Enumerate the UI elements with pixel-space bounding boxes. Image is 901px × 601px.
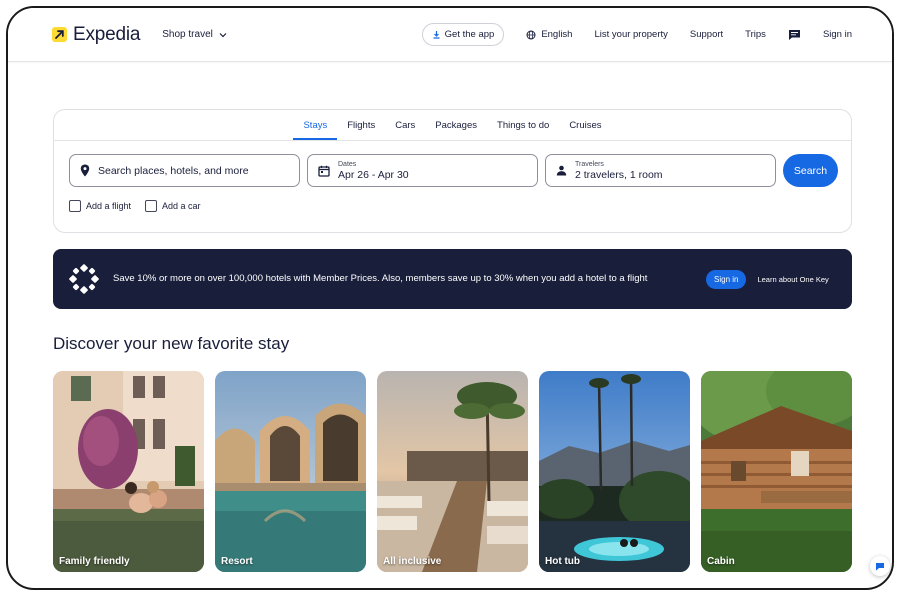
all-inclusive-image <box>377 371 528 572</box>
globe-icon <box>526 30 536 39</box>
card-label: Hot tub <box>545 556 580 567</box>
member-promo-banner: Save 10% or more on over 100,000 hotels … <box>53 249 852 309</box>
get-app-button[interactable]: Get the app <box>421 23 505 46</box>
tab-flights[interactable]: Flights <box>337 110 385 140</box>
add-flight-checkbox[interactable]: Add a flight <box>69 200 131 212</box>
brand-name: Expedia <box>73 23 141 45</box>
download-icon <box>433 31 440 39</box>
cabin-image <box>701 371 852 572</box>
discover-title: Discover your new favorite stay <box>53 334 290 353</box>
search-card: Stays Flights Cars Packages Things to do… <box>53 109 852 233</box>
expedia-logo[interactable]: Expedia <box>52 24 140 46</box>
dates-label: Dates <box>338 160 357 168</box>
shop-travel-label: Shop travel <box>162 29 213 40</box>
card-label: Cabin <box>707 556 735 567</box>
browser-frame: Expedia Shop travel Get the app English … <box>6 6 894 590</box>
support-link[interactable]: Support <box>690 29 723 40</box>
one-key-icon <box>69 264 99 294</box>
list-property-link[interactable]: List your property <box>594 29 667 40</box>
card-label: Family friendly <box>59 556 130 567</box>
travelers-value: 2 travelers, 1 room <box>575 168 663 181</box>
family-friendly-image <box>53 371 204 572</box>
add-flight-label: Add a flight <box>86 201 132 211</box>
tab-things-to-do[interactable]: Things to do <box>487 110 559 140</box>
message-icon[interactable] <box>788 29 801 41</box>
language-selector[interactable]: English <box>526 29 572 40</box>
get-app-label: Get the app <box>444 29 495 40</box>
sign-in-link[interactable]: Sign in <box>823 29 852 40</box>
resort-image <box>215 371 366 572</box>
card-family-friendly[interactable]: Family friendly <box>53 371 204 572</box>
add-car-label: Add a car <box>162 201 201 211</box>
top-header: Expedia Shop travel Get the app English … <box>8 8 892 62</box>
dates-value: Apr 26 - Apr 30 <box>338 168 409 181</box>
chat-help-button[interactable] <box>870 556 890 576</box>
card-all-inclusive[interactable]: All inclusive <box>377 371 528 572</box>
chevron-down-icon <box>219 32 227 37</box>
person-icon <box>556 165 567 176</box>
hot-tub-image <box>539 371 690 572</box>
calendar-icon <box>318 165 330 177</box>
chat-icon <box>876 562 884 570</box>
shop-travel-menu[interactable]: Shop travel <box>162 29 227 40</box>
tab-cruises[interactable]: Cruises <box>559 110 611 140</box>
checkbox-box[interactable] <box>145 200 158 212</box>
search-button[interactable]: Search <box>783 154 838 187</box>
tab-packages[interactable]: Packages <box>425 110 487 140</box>
add-car-checkbox[interactable]: Add a car <box>145 200 201 212</box>
card-hot-tub[interactable]: Hot tub <box>539 371 690 572</box>
stay-type-cards: Family friendly Resort All inclusive Hot… <box>53 371 852 572</box>
location-pin-icon <box>80 164 90 177</box>
card-cabin[interactable]: Cabin <box>701 371 852 572</box>
learn-one-key-link[interactable]: Learn about One Key <box>757 275 828 284</box>
promo-sign-in-button[interactable]: Sign in <box>706 269 747 289</box>
search-tabs: Stays Flights Cars Packages Things to do… <box>54 110 851 141</box>
tab-stays[interactable]: Stays <box>293 110 338 140</box>
destination-placeholder: Search places, hotels, and more <box>98 164 249 177</box>
checkbox-box[interactable] <box>69 200 81 212</box>
card-label: Resort <box>221 556 253 567</box>
language-label: English <box>541 29 573 40</box>
trips-link[interactable]: Trips <box>745 29 766 40</box>
promo-text: Save 10% or more on over 100,000 hotels … <box>113 273 648 284</box>
logo-arrow-icon <box>52 27 67 42</box>
travelers-label: Travelers <box>575 160 604 168</box>
tab-cars[interactable]: Cars <box>385 110 425 140</box>
dates-field[interactable]: Dates Apr 26 - Apr 30 <box>307 154 538 187</box>
card-label: All inclusive <box>383 556 442 567</box>
destination-field[interactable]: Search places, hotels, and more <box>69 154 300 187</box>
travelers-field[interactable]: Travelers 2 travelers, 1 room <box>545 154 776 187</box>
card-resort[interactable]: Resort <box>215 371 366 572</box>
